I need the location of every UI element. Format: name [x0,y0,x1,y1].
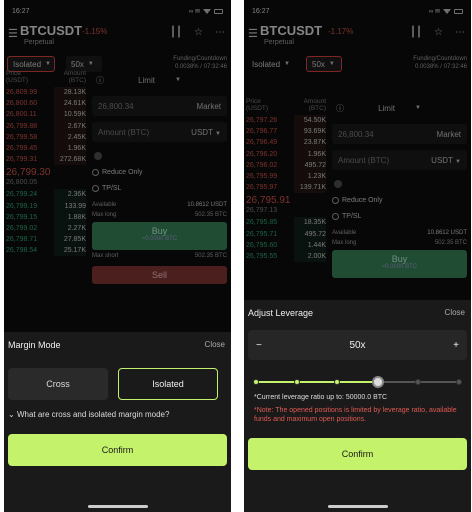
close-button[interactable]: Close [205,340,225,349]
leverage-stepper[interactable]: − 50x + [248,330,467,360]
leverage-note: *Note: The opened positions is limited b… [254,407,457,423]
right-screen: 16:27 ∞ ✉ ☰ BTCUSDT -1.17% Perpetual ┃┃ … [244,0,471,512]
cross-option[interactable]: Cross [8,368,108,400]
leverage-input[interactable]: 50x [349,340,365,351]
close-button[interactable]: Close [445,308,465,317]
slider-stop[interactable] [456,379,462,385]
sheet-title: Margin Mode [8,340,61,350]
faq-link[interactable]: ⌄ What are cross and isolated margin mod… [8,410,169,419]
faq-text: What are cross and isolated margin mode? [16,410,170,419]
slider-fill [256,381,378,383]
plus-button[interactable]: + [453,340,459,351]
minus-button[interactable]: − [256,340,262,351]
slider-stop[interactable] [253,379,259,385]
sheet-title: Adjust Leverage [248,308,314,318]
leverage-sheet: Adjust Leverage Close − 50x + *Current l… [244,300,471,512]
home-indicator [87,505,148,508]
slider-knob[interactable] [371,376,384,388]
chevron-down-icon: ⌄ [8,410,17,419]
left-screen: 16:27 ∞ ✉ ☰ BTCUSDT -1.15% Perpetual ┃┃ … [4,0,231,512]
home-indicator [327,505,388,508]
dim-overlay[interactable] [4,0,231,332]
leverage-slider[interactable] [253,376,462,388]
confirm-button[interactable]: Confirm [248,438,467,470]
isolated-option[interactable]: Isolated [118,368,218,400]
current-leverage: *Current leverage ratio up to: 50000.0 B… [254,394,388,401]
confirm-button[interactable]: Confirm [8,434,227,466]
margin-mode-sheet: Margin Mode Close Cross Isolated ⌄ What … [4,332,231,512]
dim-overlay[interactable] [244,0,471,300]
slider-stop[interactable] [415,379,422,385]
slider-stop[interactable] [334,379,341,385]
slider-stop[interactable] [293,379,300,385]
